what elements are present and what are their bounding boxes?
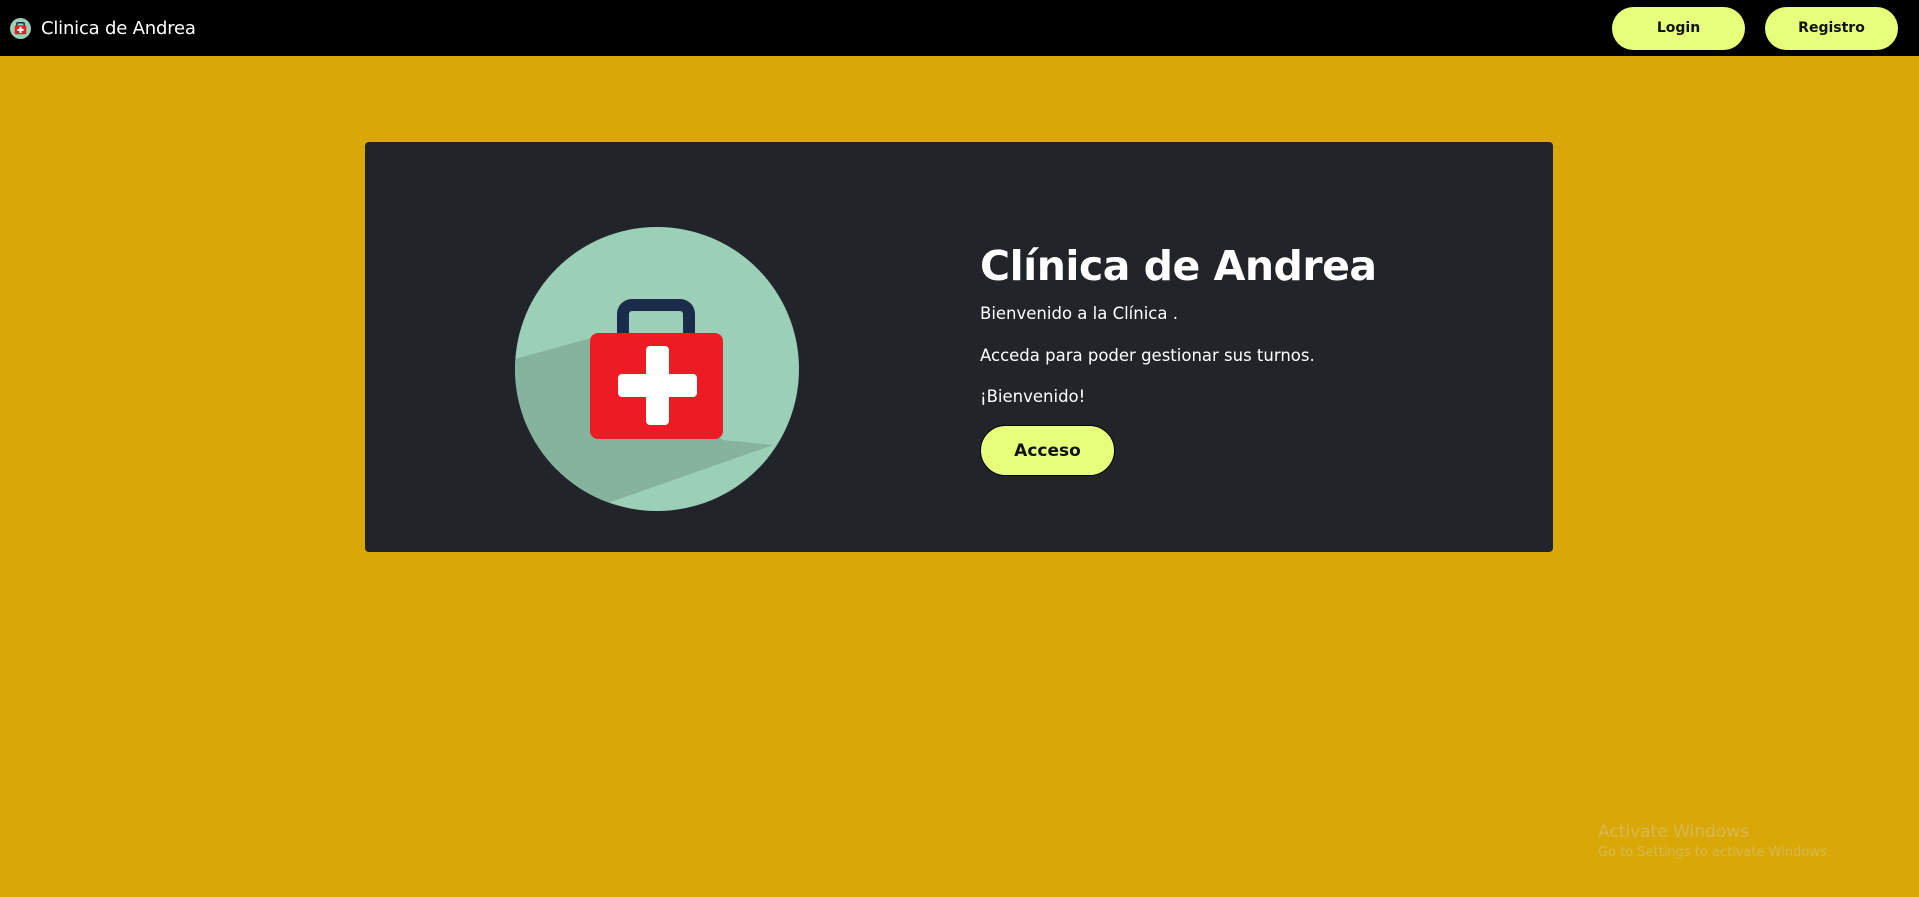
watermark-title: Activate Windows	[1598, 822, 1749, 842]
instructions-text: Acceda para poder gestionar sus turnos.	[980, 346, 1315, 365]
registro-button[interactable]: Registro	[1765, 6, 1898, 50]
brand-link[interactable]: Clinica de Andrea	[10, 17, 196, 39]
login-button[interactable]: Login	[1612, 6, 1745, 50]
top-navbar: Clinica de Andrea Login Registro	[0, 0, 1919, 56]
hero-text: Clínica de Andrea Bienvenido a la Clínic…	[980, 238, 1377, 476]
first-aid-kit-icon	[515, 227, 799, 511]
welcome-card: Clínica de Andrea Bienvenido a la Clínic…	[365, 142, 1553, 552]
acceso-button[interactable]: Acceso	[980, 425, 1115, 476]
welcome-text: Bienvenido a la Clínica .	[980, 304, 1178, 323]
greeting-text: ¡Bienvenido!	[980, 387, 1086, 406]
first-aid-logo-icon	[10, 17, 31, 39]
nav-buttons: Login Registro	[1612, 6, 1898, 50]
hero-title: Clínica de Andrea	[980, 242, 1377, 290]
activate-windows-watermark: Activate Windows Go to Settings to activ…	[1598, 822, 1831, 862]
brand-name: Clinica de Andrea	[41, 17, 196, 39]
watermark-subtitle: Go to Settings to activate Windows.	[1598, 845, 1831, 860]
